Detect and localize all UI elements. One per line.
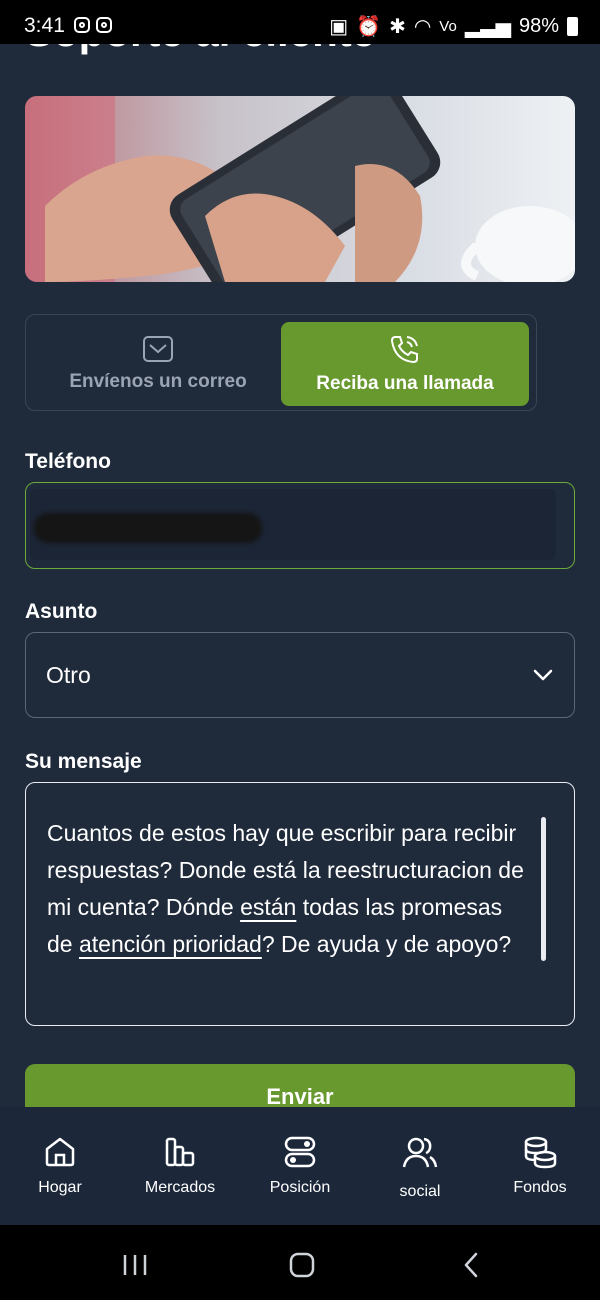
nav-item-social[interactable]: social bbox=[360, 1107, 480, 1225]
tab-call[interactable]: Reciba una llamada bbox=[281, 322, 529, 406]
subject-label: Asunto bbox=[25, 600, 98, 623]
bar-chart-icon bbox=[165, 1137, 195, 1167]
phone-field[interactable] bbox=[25, 482, 575, 569]
send-button[interactable]: Enviar bbox=[25, 1064, 575, 1112]
back-icon[interactable] bbox=[462, 1252, 480, 1278]
chevron-down-icon bbox=[533, 669, 553, 681]
battery-percent: 98% bbox=[518, 15, 559, 37]
bottom-nav: Hogar Mercados Posición social Fondos bbox=[0, 1107, 600, 1225]
contact-method-selector: Envíenos un correo Reciba una llamada bbox=[25, 314, 537, 411]
message-textarea[interactable]: Cuantos de estos hay que escribir para r… bbox=[25, 782, 575, 1026]
nav-label-posicion: Posición bbox=[269, 1179, 331, 1196]
message-scrollbar[interactable] bbox=[541, 817, 546, 961]
nav-item-fondos[interactable]: Fondos bbox=[480, 1107, 600, 1225]
battery-icon bbox=[567, 17, 578, 36]
instagram-icon bbox=[74, 17, 90, 33]
nav-item-mercados[interactable]: Mercados bbox=[120, 1107, 240, 1225]
nav-label-hogar: Hogar bbox=[38, 1179, 82, 1196]
system-nav-bar bbox=[0, 1225, 600, 1300]
bluetooth-icon: ✱ bbox=[389, 16, 406, 38]
subject-value: Otro bbox=[46, 661, 91, 688]
phone-call-icon bbox=[390, 336, 418, 364]
signal-icon: ▂▃▅ bbox=[464, 16, 511, 38]
battery-saver-icon: ▣ bbox=[329, 16, 349, 38]
phone-input[interactable] bbox=[30, 489, 556, 560]
home-button-icon[interactable] bbox=[289, 1252, 315, 1278]
phone-label: Teléfono bbox=[25, 450, 111, 473]
tab-email[interactable]: Envíenos un correo bbox=[34, 322, 282, 406]
nav-item-posicion[interactable]: Posición bbox=[240, 1107, 360, 1225]
home-icon bbox=[45, 1137, 75, 1167]
coins-icon bbox=[524, 1136, 557, 1169]
nav-label-mercados: Mercados bbox=[144, 1179, 216, 1196]
alarm-icon: ⏰ bbox=[356, 16, 382, 38]
users-icon bbox=[402, 1137, 438, 1168]
notification-icons bbox=[74, 17, 112, 33]
status-time: 3:41 bbox=[24, 14, 65, 37]
redacted-phone-number bbox=[34, 513, 262, 543]
toggle-icon bbox=[284, 1136, 316, 1168]
status-right: ▣ ⏰ ✱ ◠ Vo ▂▃▅ 98% bbox=[329, 14, 578, 39]
tab-email-label: Envíenos un correo bbox=[69, 371, 247, 392]
nav-item-hogar[interactable]: Hogar bbox=[0, 1107, 120, 1225]
instagram-icon bbox=[96, 17, 112, 33]
wifi-icon: ◠ bbox=[413, 16, 432, 38]
hero-image bbox=[25, 96, 575, 282]
message-text: Cuantos de estos hay que escribir para r… bbox=[47, 820, 524, 957]
nav-label-fondos: Fondos bbox=[513, 1179, 567, 1196]
message-label: Su mensaje bbox=[25, 750, 142, 773]
nav-label-social: social bbox=[399, 1183, 441, 1200]
recent-apps-icon[interactable] bbox=[122, 1253, 148, 1277]
tab-call-label: Reciba una llamada bbox=[316, 373, 494, 394]
status-bar: 3:41 ▣ ⏰ ✱ ◠ Vo ▂▃▅ 98% bbox=[0, 0, 600, 44]
vowifi-label: Vo bbox=[439, 18, 457, 35]
mail-icon bbox=[143, 336, 173, 362]
subject-select[interactable]: Otro bbox=[25, 632, 575, 718]
